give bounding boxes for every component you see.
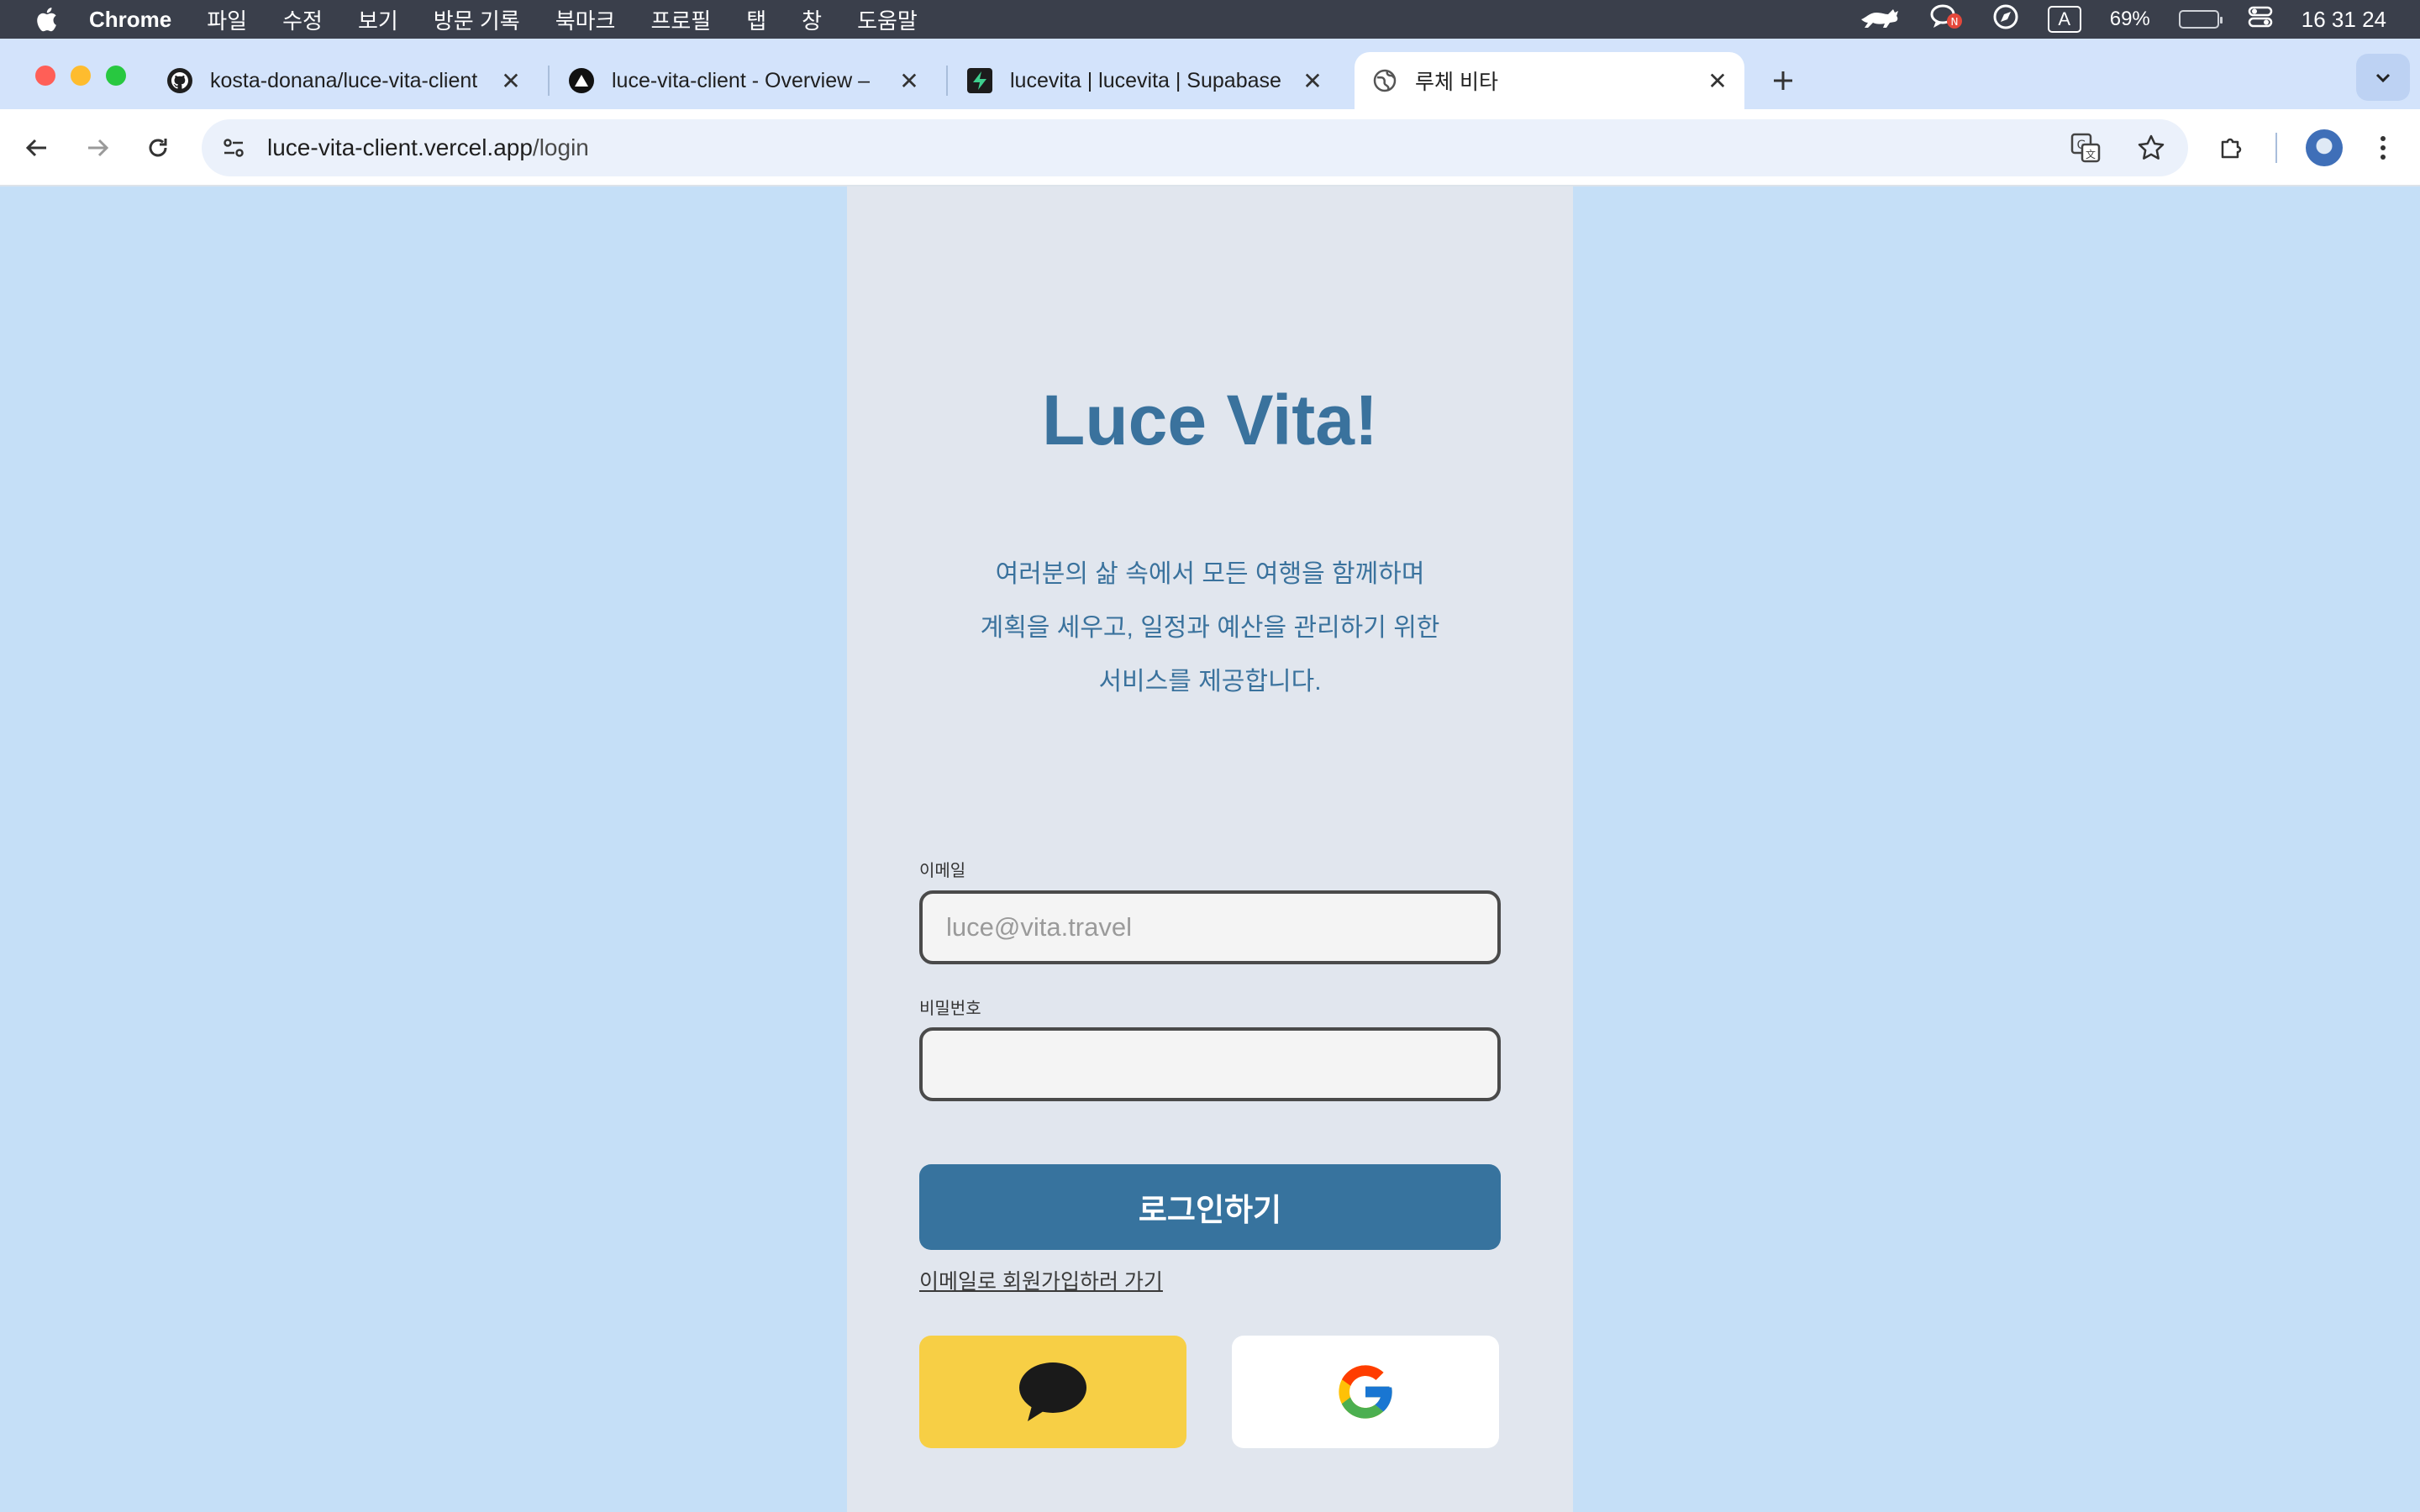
close-window-button[interactable] [35,66,55,86]
close-tab-icon[interactable]: ✕ [896,67,923,94]
password-field[interactable] [919,1027,1501,1101]
extensions-button[interactable] [2212,128,2252,168]
menu-bookmarks[interactable]: 북마크 [555,4,616,35]
close-tab-icon[interactable]: ✕ [497,67,524,94]
profile-avatar[interactable] [2306,129,2343,166]
menu-history[interactable]: 방문 기록 [434,4,520,35]
menu-profiles[interactable]: 프로필 [650,4,711,35]
menu-app-name[interactable]: Chrome [89,7,171,33]
tab-title: 루체 비타 [1415,71,1498,94]
site-info-icon[interactable] [213,128,254,168]
svg-text:N: N [1950,16,1958,28]
tagline-line: 여러분의 삶 속에서 모든 여행을 함께하며 [995,560,1425,588]
svg-text:文: 文 [2086,148,2096,160]
menu-tab[interactable]: 탭 [746,4,766,35]
email-signup-link[interactable]: 이메일로 회원가입하러 가기 [919,1265,1163,1295]
tagline: 여러분의 삶 속에서 모든 여행을 함께하며 계획을 세우고, 일정과 예산을 … [847,548,1573,709]
runcat-icon[interactable] [1858,4,1902,35]
reload-button[interactable] [138,128,178,168]
window-controls [35,66,126,86]
vercel-icon [568,67,595,94]
url-text[interactable]: luce-vita-client.vercel.app/login [267,134,589,161]
notification-chat-icon[interactable]: N [1930,3,1964,37]
email-field[interactable] [919,890,1501,964]
minimize-window-button[interactable] [71,66,91,86]
kakao-chat-icon [1019,1362,1086,1421]
arrow-right-icon [88,139,109,157]
macos-menu-bar: Chrome 파일 수정 보기 방문 기록 북마크 프로필 탭 창 도움말 N … [0,0,2420,39]
control-center-icon[interactable] [2248,4,2273,35]
kakao-login-button[interactable] [919,1336,1186,1448]
close-tab-icon[interactable]: ✕ [1299,67,1326,94]
battery-icon[interactable] [2178,10,2223,29]
back-button[interactable] [17,128,57,168]
translate-icon[interactable]: G文 [2065,128,2106,168]
supabase-icon [966,67,993,94]
page-title: Luce Vita! [1042,381,1378,459]
google-login-button[interactable] [1232,1336,1499,1448]
chevron-down-icon [2375,73,2391,83]
close-tab-icon[interactable]: ✕ [1704,67,1731,94]
login-panel: Luce Vita! 여러분의 삶 속에서 모든 여행을 함께하며 계획을 세우… [847,186,1573,1512]
globe-icon [1371,67,1398,94]
omnibox-actions: G文 [2065,128,2171,168]
input-source-indicator[interactable]: A [2047,6,2081,33]
new-tab-button[interactable] [1763,60,1803,101]
apple-icon[interactable] [34,7,59,32]
address-bar[interactable]: luce-vita-client.vercel.app/login G文 [202,119,2188,176]
url-host: luce-vita-client.vercel.app [267,134,533,160]
browser-tab-strip: kosta-donana/luce-vita-client ✕ luce-vit… [0,39,2420,109]
arrow-left-icon [25,139,46,157]
tab-github[interactable]: kosta-donana/luce-vita-client ✕ [150,52,538,109]
tab-supabase[interactable]: lucevita | lucevita | Supabase ✕ [950,52,1339,109]
menubar-clock[interactable]: 16 31 24 [2302,7,2386,33]
password-label: 비밀번호 [919,1000,981,1018]
battery-percent: 69% [2109,8,2150,30]
login-button[interactable]: 로그인하기 [919,1164,1501,1250]
toolbar-divider [2275,133,2277,163]
menu-file[interactable]: 파일 [207,4,247,35]
menubar-status-area: N A 69% 16 31 24 [1858,0,2386,39]
tab-vercel[interactable]: luce-vita-client - Overview – ✕ [551,52,936,109]
tagline-line: 계획을 세우고, 일정과 예산을 관리하기 위한 [980,614,1440,642]
browser-menu-button[interactable] [2363,128,2403,168]
tab-search-button[interactable] [2356,54,2410,101]
github-icon [166,67,193,94]
compass-icon[interactable] [1992,3,2019,36]
menu-help[interactable]: 도움말 [857,4,918,35]
menu-window[interactable]: 창 [802,4,822,35]
page-viewport: Luce Vita! 여러분의 삶 속에서 모든 여행을 함께하며 계획을 세우… [0,186,2420,1512]
email-label: 이메일 [919,862,966,880]
tab-title: kosta-donana/luce-vita-client [210,68,478,92]
puzzle-icon [2221,138,2242,159]
browser-toolbar: luce-vita-client.vercel.app/login G文 [0,109,2420,186]
tab-separator [946,66,948,96]
menu-edit[interactable]: 수정 [282,4,323,35]
reload-icon [149,139,167,157]
tagline-line: 서비스를 제공합니다. [1098,668,1322,696]
maximize-window-button[interactable] [106,66,126,86]
tab-luce-vita-active[interactable]: 루체 비타 ✕ [1355,52,1744,109]
tab-title: luce-vita-client - Overview – [612,68,871,92]
bookmark-star-icon[interactable] [2131,128,2171,168]
google-icon [1339,1365,1392,1419]
tab-title: lucevita | lucevita | Supabase [1010,68,1281,92]
menu-view[interactable]: 보기 [358,4,398,35]
forward-button[interactable] [77,128,118,168]
tab-separator [548,66,550,96]
more-vertical-icon [2381,136,2386,160]
url-path: /login [532,134,589,160]
